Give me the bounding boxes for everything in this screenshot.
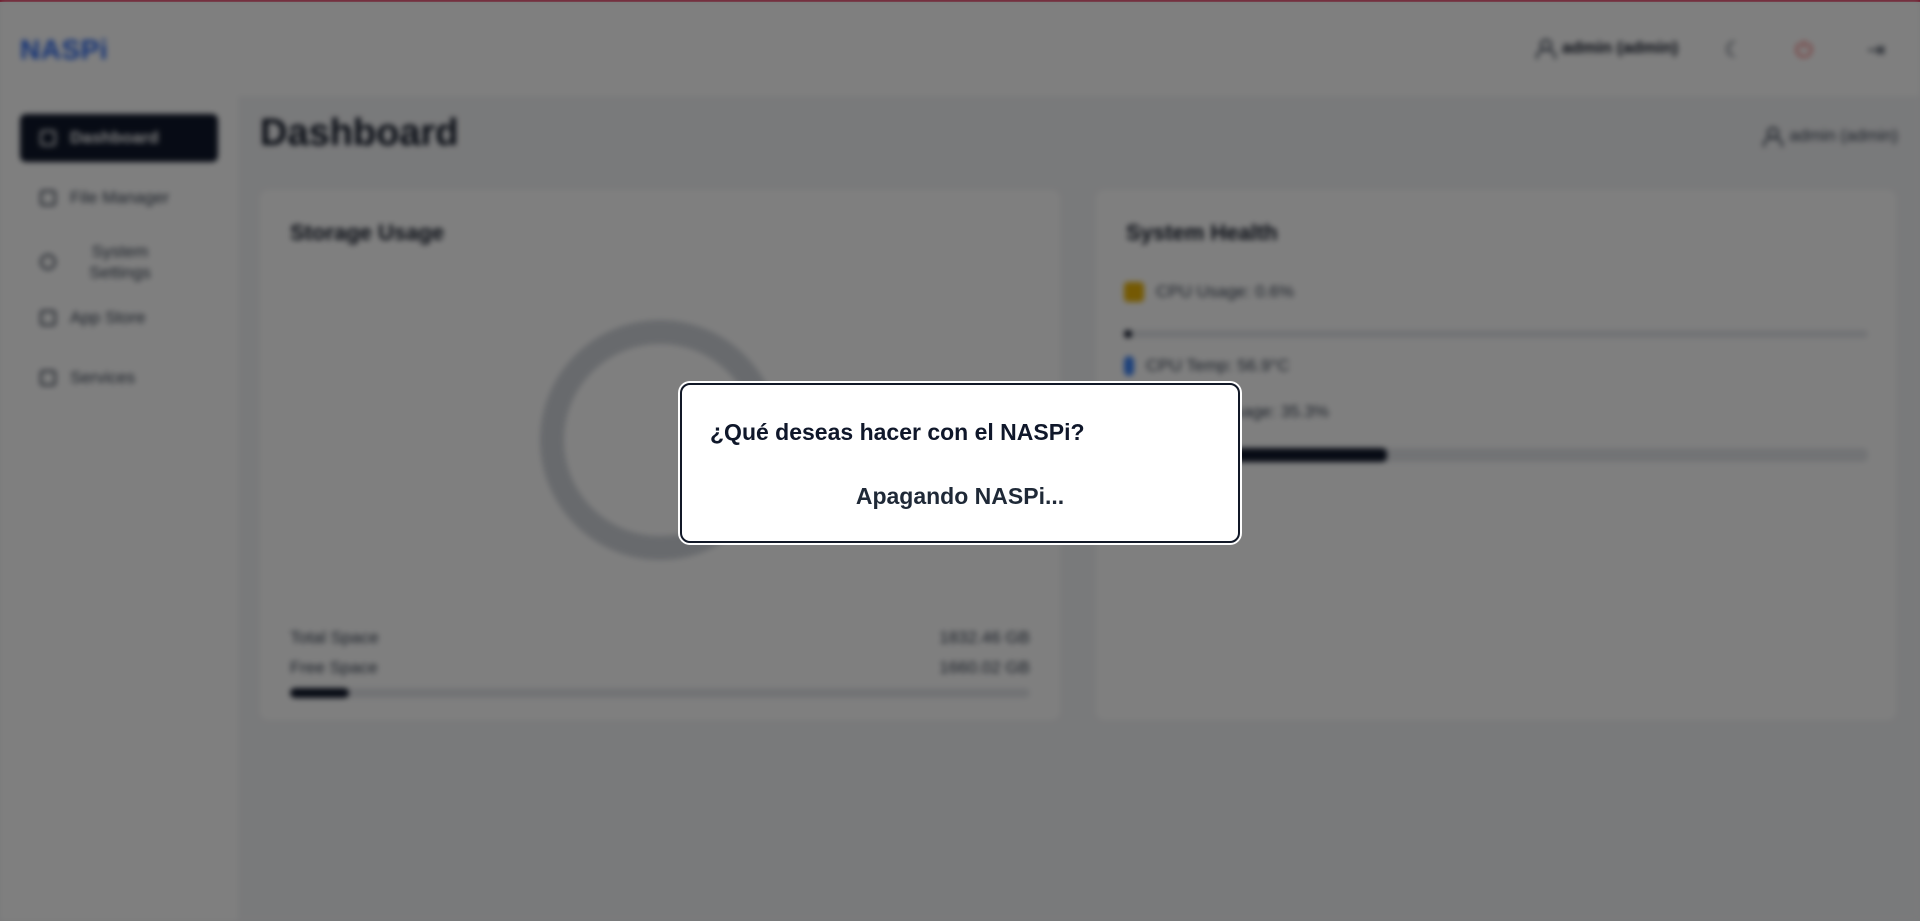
power-dialog-status: Apagando NASPi... bbox=[855, 483, 1065, 509]
power-dialog: ¿Qué deseas hacer con el NASPi? Apagando… bbox=[680, 383, 1240, 543]
power-dialog-title: ¿Qué deseas hacer con el NASPi? bbox=[710, 419, 1085, 445]
